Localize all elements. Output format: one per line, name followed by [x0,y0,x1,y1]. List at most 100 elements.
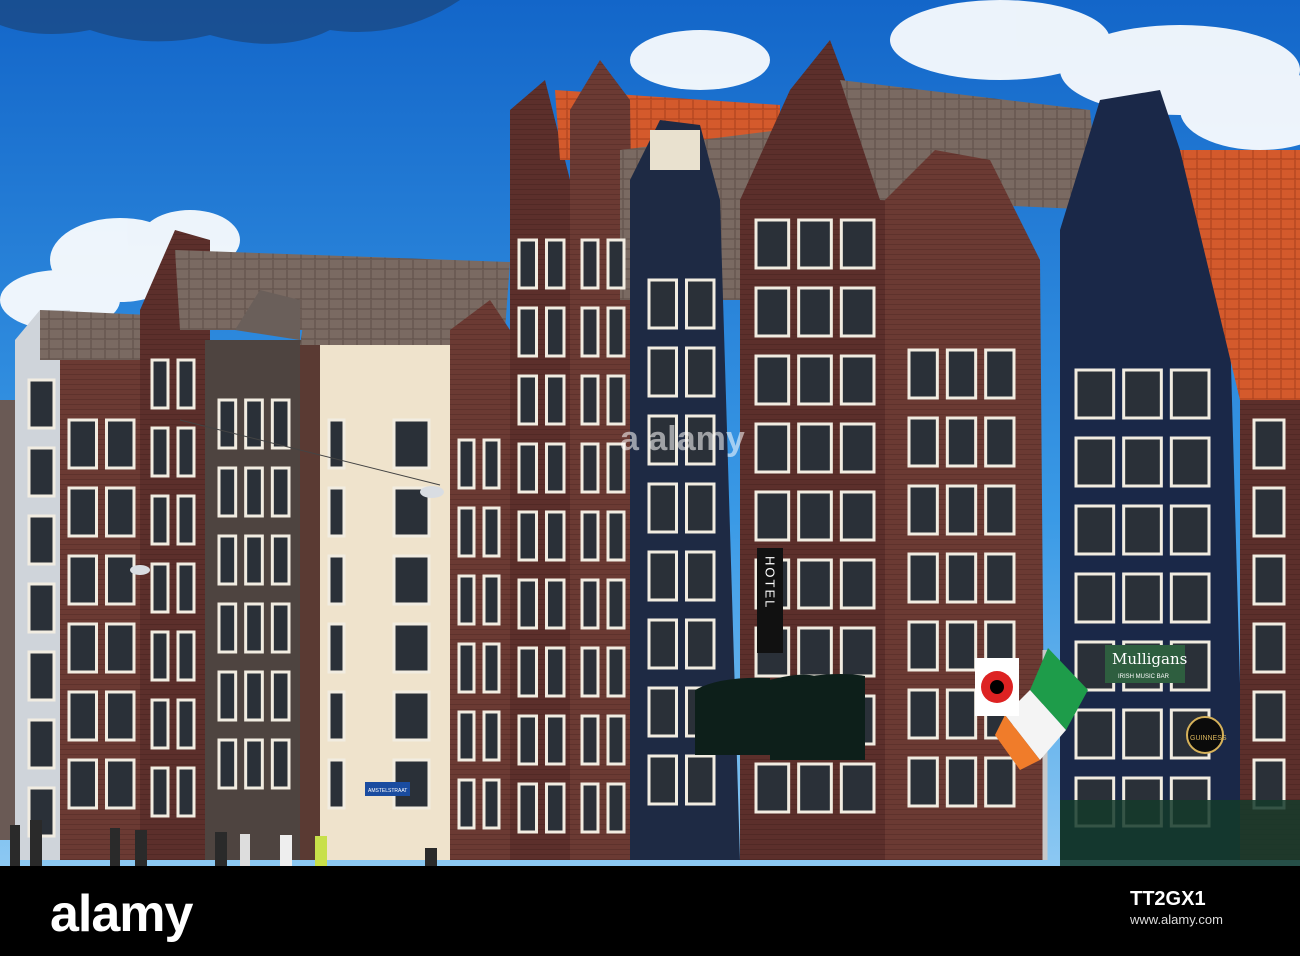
window [685,754,716,806]
window [984,484,1016,536]
window [606,510,626,562]
window [945,688,978,740]
window [150,698,170,750]
window [606,646,626,698]
window [580,306,600,358]
window [839,422,876,474]
window [797,354,833,406]
window [482,642,501,694]
window [482,574,501,626]
photo-scene: HOTEL Mulligans IRISH MUSIC BAR GUINNESS… [0,0,1300,866]
window [517,442,538,494]
window [839,218,876,270]
window [945,620,978,672]
window [797,558,833,610]
window [606,306,626,358]
window [105,486,136,538]
window [545,782,566,834]
window [907,688,939,740]
window [580,578,600,630]
window [545,646,566,698]
window [907,348,939,400]
window [217,398,238,450]
window [1169,436,1211,488]
window [1169,368,1211,420]
footer-meta-line: www.alamy.com [1130,912,1223,927]
window [984,416,1016,468]
window [545,510,566,562]
window [457,574,476,626]
window [580,782,600,834]
window [217,466,238,518]
window [606,714,626,766]
window [647,278,678,330]
window [327,758,346,810]
window [67,554,98,606]
window [545,374,566,426]
window [797,422,833,474]
window [217,670,238,722]
window [647,754,678,806]
window [67,622,98,674]
window [176,698,196,750]
image-id: TT2GX1 [1130,888,1206,910]
window [545,578,566,630]
window [797,490,833,542]
window [1252,622,1286,674]
window [580,714,600,766]
window [606,374,626,426]
window [685,278,716,330]
window [754,422,791,474]
window [176,562,196,614]
window [327,622,346,674]
window [67,758,98,810]
window [984,552,1016,604]
window [984,348,1016,400]
window [907,756,939,808]
window [392,418,431,470]
window [545,442,566,494]
window [482,506,501,558]
window [984,756,1016,808]
window [270,534,291,586]
hotel-sign-text: HOTEL [763,556,778,609]
window [217,534,238,586]
window [517,782,538,834]
window [1169,504,1211,556]
window [580,442,600,494]
window [270,398,291,450]
window [244,398,264,450]
window [105,690,136,742]
window [67,486,98,538]
window [150,562,170,614]
window [606,442,626,494]
window [244,738,264,790]
window [1074,504,1116,556]
window [150,358,170,410]
window [482,710,501,762]
window [517,578,538,630]
window [105,758,136,810]
window [1122,504,1163,556]
window [580,646,600,698]
window [517,238,538,290]
window [482,778,501,830]
window [67,418,98,470]
window [27,514,56,566]
window [907,620,939,672]
window [270,466,291,518]
window [606,238,626,290]
window [1252,418,1286,470]
window [839,626,876,678]
window [545,238,566,290]
window [797,218,833,270]
window [754,286,791,338]
window [176,426,196,478]
window [754,218,791,270]
window [217,602,238,654]
window [392,554,431,606]
window [150,630,170,682]
window [1122,572,1163,624]
guinness-sign-text: GUINNESS [1190,735,1227,742]
window [945,552,978,604]
